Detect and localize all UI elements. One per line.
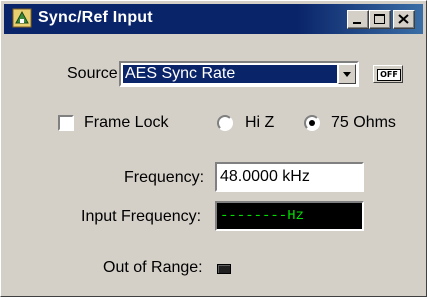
- frequency-label: Frequency:: [124, 169, 205, 186]
- title-bar[interactable]: Sync/Ref Input: [4, 4, 423, 34]
- source-dropdown-button[interactable]: [338, 64, 356, 84]
- close-icon: [398, 14, 409, 24]
- minimize-button[interactable]: [347, 10, 369, 29]
- frequency-field[interactable]: 48.0000 kHz: [215, 162, 364, 192]
- out-of-range-indicator: [217, 264, 231, 274]
- window-title: Sync/Ref Input: [38, 9, 153, 26]
- app-icon: [12, 8, 32, 28]
- maximize-icon: [374, 14, 385, 24]
- frame-lock-checkbox[interactable]: [58, 115, 74, 131]
- frame-lock-label: Frame Lock: [84, 114, 169, 131]
- maximize-button[interactable]: [369, 10, 391, 29]
- close-button[interactable]: [393, 10, 415, 29]
- source-label: Source:: [67, 65, 123, 82]
- source-selected-value: AES Sync Rate: [122, 64, 338, 84]
- source-dropdown[interactable]: AES Sync Rate: [119, 61, 359, 87]
- radio-75-ohms[interactable]: [304, 115, 320, 131]
- minimize-icon: [353, 22, 361, 24]
- radio-hi-z-label: Hi Z: [245, 114, 275, 131]
- input-frequency-readout: --------Hz: [215, 201, 364, 231]
- chevron-down-icon: [343, 72, 351, 77]
- radio-75-ohms-label: 75 Ohms: [331, 114, 396, 131]
- off-label: OFF: [377, 69, 401, 81]
- radio-hi-z[interactable]: [217, 115, 233, 131]
- off-button[interactable]: OFF: [373, 65, 403, 83]
- out-of-range-label: Out of Range:: [103, 259, 203, 276]
- radio-selected-dot: [309, 120, 315, 126]
- input-frequency-label: Input Frequency:: [81, 208, 202, 225]
- sync-ref-input-window: Sync/Ref Input Source: AES Sync Rate OFF…: [0, 0, 427, 297]
